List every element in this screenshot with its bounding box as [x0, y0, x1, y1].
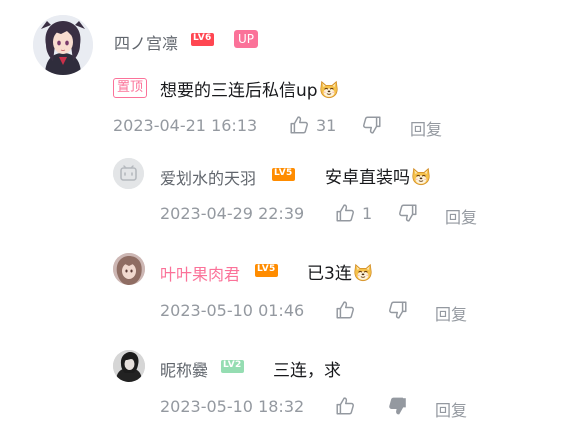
comment-time: 2023-04-21 16:13: [113, 116, 258, 135]
up-badge: UP: [234, 30, 259, 48]
doge-emoji: [318, 78, 340, 100]
reply-button[interactable]: 回复: [445, 204, 477, 228]
thumb-up-icon: [288, 114, 310, 136]
reply-text-content: 已3连: [307, 264, 352, 284]
username[interactable]: 四ノ宫凛: [114, 30, 178, 54]
dislike-button[interactable]: [397, 202, 419, 224]
reply-time: 2023-04-29 22:39: [160, 204, 305, 223]
like-button[interactable]: [334, 299, 356, 321]
dislike-button[interactable]: [361, 114, 383, 136]
avatar[interactable]: [113, 350, 145, 382]
level-badge: LV6: [191, 33, 214, 46]
doge-emoji: [410, 165, 432, 187]
like-button[interactable]: [334, 395, 356, 417]
like-count: 31: [316, 115, 337, 135]
reply-button[interactable]: 回复: [435, 301, 467, 325]
reply-text: 安卓直装吗: [325, 163, 432, 188]
reply-time: 2023-05-10 01:46: [160, 301, 305, 320]
reply-time: 2023-05-10 18:32: [160, 397, 305, 416]
like-button[interactable]: 31: [288, 113, 336, 137]
avatar[interactable]: [113, 158, 144, 189]
thumb-up-icon: [334, 202, 356, 224]
level-badge: LV5: [255, 264, 278, 277]
like-button[interactable]: 1: [334, 201, 372, 225]
comment-text-content: 想要的三连后私信up: [160, 81, 318, 101]
comment-text: 想要的三连后私信up: [160, 76, 340, 101]
doge-emoji: [352, 261, 374, 283]
pinned-tag: 置顶: [113, 78, 148, 98]
level-badge: LV2: [221, 360, 244, 373]
level-badge: LV5: [272, 168, 295, 181]
username[interactable]: 昵称爨: [160, 357, 208, 381]
reply-button[interactable]: 回复: [410, 116, 442, 140]
username[interactable]: 爱划水的天羽: [160, 165, 256, 189]
like-count: 1: [362, 203, 373, 223]
avatar[interactable]: [113, 253, 145, 285]
reply-button[interactable]: 回复: [435, 397, 467, 421]
dislike-button[interactable]: [387, 395, 409, 417]
reply-text: 已3连: [307, 259, 374, 284]
reply-text-content: 安卓直装吗: [325, 168, 410, 188]
reply-text: 三连，求: [273, 361, 341, 381]
avatar[interactable]: [33, 15, 93, 75]
dislike-button[interactable]: [387, 299, 409, 321]
username[interactable]: 叶叶果肉君: [160, 261, 240, 285]
